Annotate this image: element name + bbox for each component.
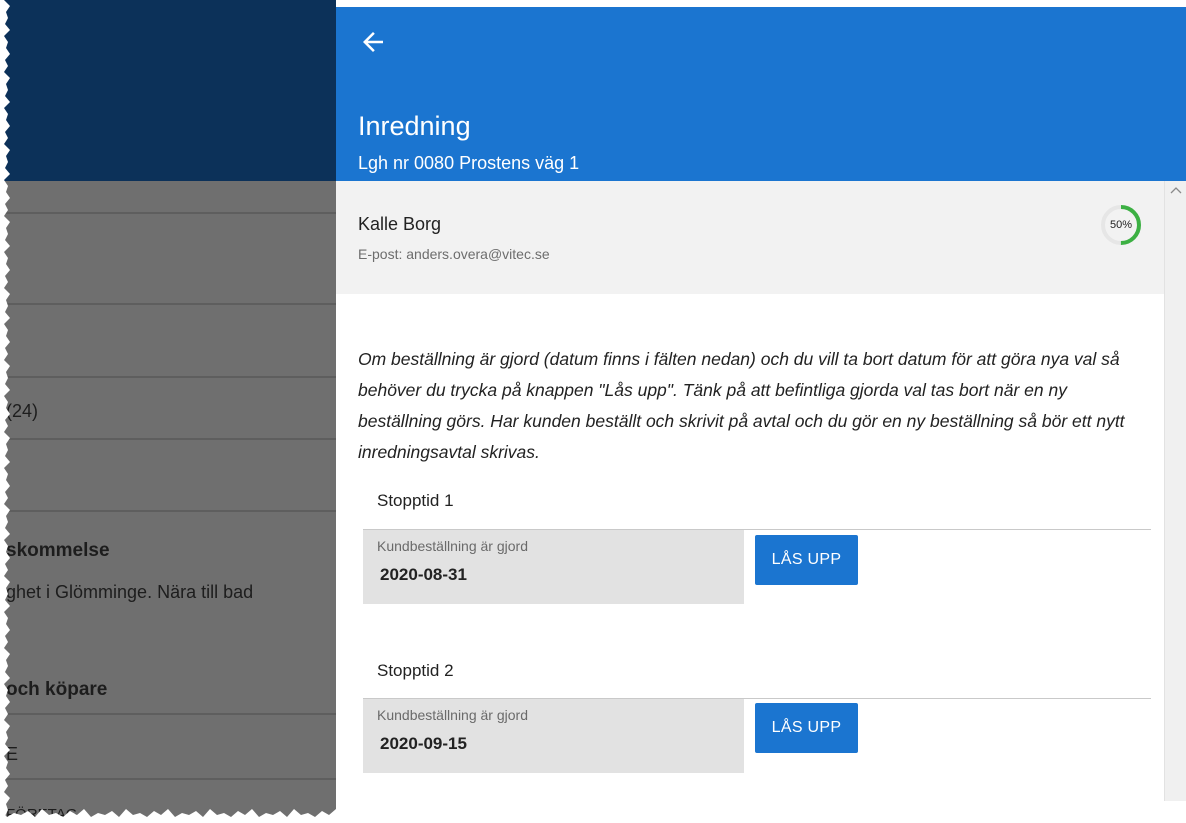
back-button[interactable] [358, 27, 388, 57]
page-title: Inredning [358, 111, 471, 141]
customer-email: E-post: anders.overa@vitec.se [358, 246, 550, 262]
info-text: Om beställning är gjord (datum finns i f… [358, 349, 1125, 462]
chevron-up-icon[interactable] [1170, 185, 1182, 195]
divider [0, 778, 336, 780]
background-heading: skommelse [6, 540, 110, 561]
background-header [0, 0, 336, 181]
divider [0, 212, 336, 214]
torn-edge [0, 0, 10, 823]
stop-label: Stopptid 2 [377, 661, 454, 680]
order-date-value: 2020-09-15 [380, 734, 467, 753]
divider [0, 713, 336, 715]
progress-indicator: 50% [1099, 203, 1143, 247]
divider [0, 438, 336, 440]
inredning-panel: Inredning Lgh nr 0080 Prostens väg 1 Kal… [336, 0, 1186, 823]
divider [0, 376, 336, 378]
order-date-field[interactable]: Kundbeställning är gjord 2020-09-15 [363, 699, 744, 773]
customer-name: Kalle Borg [358, 214, 442, 234]
order-date-label: Kundbeställning är gjord [377, 707, 528, 723]
scrollbar[interactable] [1164, 181, 1186, 801]
divider [0, 303, 336, 305]
customer-card: Kalle Borg E-post: anders.overa@vitec.se… [336, 181, 1164, 294]
page-subtitle: Lgh nr 0080 Prostens väg 1 [358, 153, 580, 173]
arrow-left-icon [363, 32, 383, 52]
torn-edge [0, 809, 1186, 823]
order-date-label: Kundbeställning är gjord [377, 538, 528, 554]
stop-label: Stopptid 1 [377, 491, 454, 510]
unlock-button[interactable]: LÅS UPP [755, 703, 858, 753]
progress-label: 50% [1109, 219, 1133, 231]
divider [0, 510, 336, 512]
order-date-value: 2020-08-31 [380, 565, 467, 584]
background-heading: och köpare [6, 679, 108, 700]
order-date-field[interactable]: Kundbeställning är gjord 2020-08-31 [363, 530, 744, 604]
unlock-button[interactable]: LÅS UPP [755, 535, 858, 585]
panel-header: Inredning Lgh nr 0080 Prostens väg 1 [336, 7, 1186, 181]
background-overlay [0, 181, 336, 823]
background-app: (24) skommelse ghet i Glömminge. Nära ti… [0, 0, 336, 823]
background-description: ghet i Glömminge. Nära till bad [6, 582, 254, 602]
